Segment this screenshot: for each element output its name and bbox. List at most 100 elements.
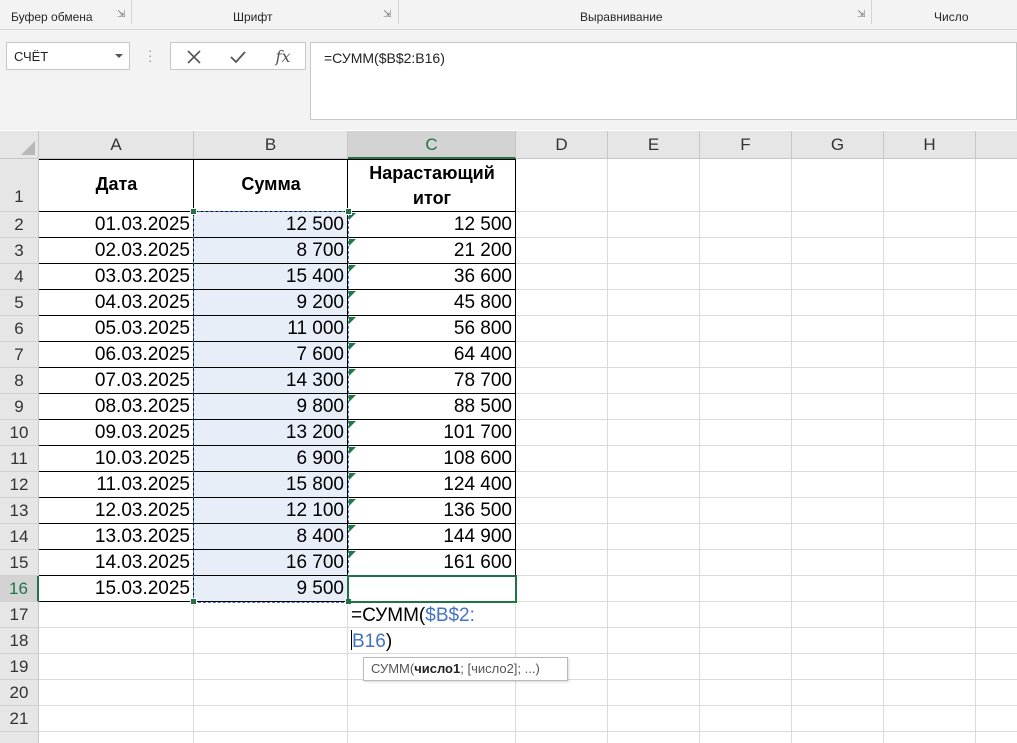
row-header-12[interactable]: 12	[0, 472, 39, 498]
cell-c4[interactable]: 36 600	[348, 264, 516, 290]
cell-a6[interactable]: 05.03.2025	[39, 316, 194, 342]
gridline	[883, 159, 884, 743]
cell-c13[interactable]: 136 500	[348, 498, 516, 524]
error-indicator-icon[interactable]	[349, 239, 356, 246]
cell-a12[interactable]: 11.03.2025	[39, 472, 194, 498]
error-indicator-icon[interactable]	[349, 343, 356, 350]
cell-c12[interactable]: 124 400	[348, 472, 516, 498]
column-header-i[interactable]	[976, 131, 1017, 159]
cell-c6[interactable]: 56 800	[348, 316, 516, 342]
chevron-down-icon[interactable]	[115, 54, 123, 58]
checkmark-icon[interactable]	[223, 45, 253, 67]
cell-a8[interactable]: 07.03.2025	[39, 368, 194, 394]
error-indicator-icon[interactable]	[349, 473, 356, 480]
cell-a7[interactable]: 06.03.2025	[39, 342, 194, 368]
error-indicator-icon[interactable]	[349, 499, 356, 506]
row-header-4[interactable]: 4	[0, 264, 39, 290]
cell-a9[interactable]: 08.03.2025	[39, 394, 194, 420]
active-cell-c16[interactable]	[347, 575, 517, 603]
cell-a13[interactable]: 12.03.2025	[39, 498, 194, 524]
ribbon-group-alignment: Выравнивание	[580, 10, 663, 24]
cell-a14[interactable]: 13.03.2025	[39, 524, 194, 550]
column-header-h[interactable]: H	[884, 131, 976, 159]
header-line: Нарастающий	[369, 163, 495, 183]
cell-c7[interactable]: 64 400	[348, 342, 516, 368]
cell-a4[interactable]: 03.03.2025	[39, 264, 194, 290]
cell-c2[interactable]: 12 500	[348, 212, 516, 238]
column-header-a[interactable]: A	[39, 131, 194, 159]
cell-c3[interactable]: 21 200	[348, 238, 516, 264]
gridline	[39, 627, 1017, 628]
error-indicator-icon[interactable]	[349, 421, 356, 428]
row-header-10[interactable]: 10	[0, 420, 39, 446]
column-header-e[interactable]: E	[608, 131, 700, 159]
row-header-11[interactable]: 11	[0, 446, 39, 472]
cell-c10[interactable]: 101 700	[348, 420, 516, 446]
column-header-d[interactable]: D	[516, 131, 608, 159]
formula-bar-area: СЧЁТ · · · fx =СУММ($B$2:B16)	[0, 30, 1017, 130]
error-indicator-icon[interactable]	[349, 551, 356, 558]
column-header-c[interactable]: C	[348, 131, 516, 159]
formula-reference-range	[193, 211, 349, 603]
dialog-launcher-icon[interactable]: ⇲	[857, 10, 867, 20]
row-header-20[interactable]: 20	[0, 680, 39, 706]
cell-a15[interactable]: 14.03.2025	[39, 550, 194, 576]
row-header-1[interactable]: 1	[0, 159, 39, 212]
cell-a5[interactable]: 04.03.2025	[39, 290, 194, 316]
column-header-g[interactable]: G	[792, 131, 884, 159]
cell-c1[interactable]: Нарастающий итог	[348, 161, 516, 211]
cell-b1[interactable]: Сумма	[194, 174, 348, 195]
row-header-13[interactable]: 13	[0, 498, 39, 524]
cell-a1[interactable]: Дата	[39, 174, 194, 195]
cell-c5[interactable]: 45 800	[348, 290, 516, 316]
cell-a11[interactable]: 10.03.2025	[39, 446, 194, 472]
error-indicator-icon[interactable]	[349, 265, 356, 272]
cell-c11[interactable]: 108 600	[348, 446, 516, 472]
dialog-launcher-icon[interactable]: ⇲	[383, 10, 393, 20]
range-handle[interactable]	[190, 208, 197, 215]
row-header-16[interactable]: 16	[0, 576, 39, 602]
row-header-2[interactable]: 2	[0, 212, 39, 238]
row-header-7[interactable]: 7	[0, 342, 39, 368]
row-header-5[interactable]: 5	[0, 290, 39, 316]
cell-c8[interactable]: 78 700	[348, 368, 516, 394]
gridline	[699, 159, 700, 743]
row-header-22[interactable]	[0, 732, 39, 743]
insert-function-icon[interactable]: fx	[268, 45, 298, 67]
row-header-8[interactable]: 8	[0, 368, 39, 394]
column-header-f[interactable]: F	[700, 131, 792, 159]
row-header-17[interactable]: 17	[0, 602, 39, 628]
dialog-launcher-icon[interactable]: ⇲	[117, 10, 127, 20]
cell-c9[interactable]: 88 500	[348, 394, 516, 420]
row-header-15[interactable]: 15	[0, 550, 39, 576]
error-indicator-icon[interactable]	[349, 291, 356, 298]
error-indicator-icon[interactable]	[349, 525, 356, 532]
range-handle[interactable]	[190, 598, 197, 605]
cell-a16[interactable]: 15.03.2025	[39, 576, 194, 602]
row-header-9[interactable]: 9	[0, 394, 39, 420]
cell-a10[interactable]: 09.03.2025	[39, 420, 194, 446]
error-indicator-icon[interactable]	[349, 317, 356, 324]
row-header-18[interactable]: 18	[0, 628, 39, 654]
row-header-6[interactable]: 6	[0, 316, 39, 342]
formula-input[interactable]: =СУММ($B$2:B16)	[310, 42, 1017, 120]
cell-c15[interactable]: 161 600	[348, 550, 516, 576]
cell-edit-text[interactable]: =СУММ($B$2: B16)	[351, 603, 516, 655]
range-handle[interactable]	[345, 208, 352, 215]
row-header-14[interactable]: 14	[0, 524, 39, 550]
drag-handle-icon[interactable]: · · ·	[148, 44, 152, 67]
error-indicator-icon[interactable]	[349, 369, 356, 376]
error-indicator-icon[interactable]	[349, 447, 356, 454]
row-header-3[interactable]: 3	[0, 238, 39, 264]
function-tooltip[interactable]: СУММ(число1; [число2]; ...)	[363, 657, 568, 681]
cell-c14[interactable]: 144 900	[348, 524, 516, 550]
name-box[interactable]: СЧЁТ	[6, 42, 130, 70]
select-all-corner[interactable]	[0, 131, 39, 159]
column-header-b[interactable]: B	[194, 131, 348, 159]
row-header-19[interactable]: 19	[0, 654, 39, 680]
row-header-21[interactable]: 21	[0, 706, 39, 732]
cell-a3[interactable]: 02.03.2025	[39, 238, 194, 264]
error-indicator-icon[interactable]	[349, 395, 356, 402]
cancel-x-icon[interactable]	[179, 45, 209, 67]
cell-a2[interactable]: 01.03.2025	[39, 212, 194, 238]
